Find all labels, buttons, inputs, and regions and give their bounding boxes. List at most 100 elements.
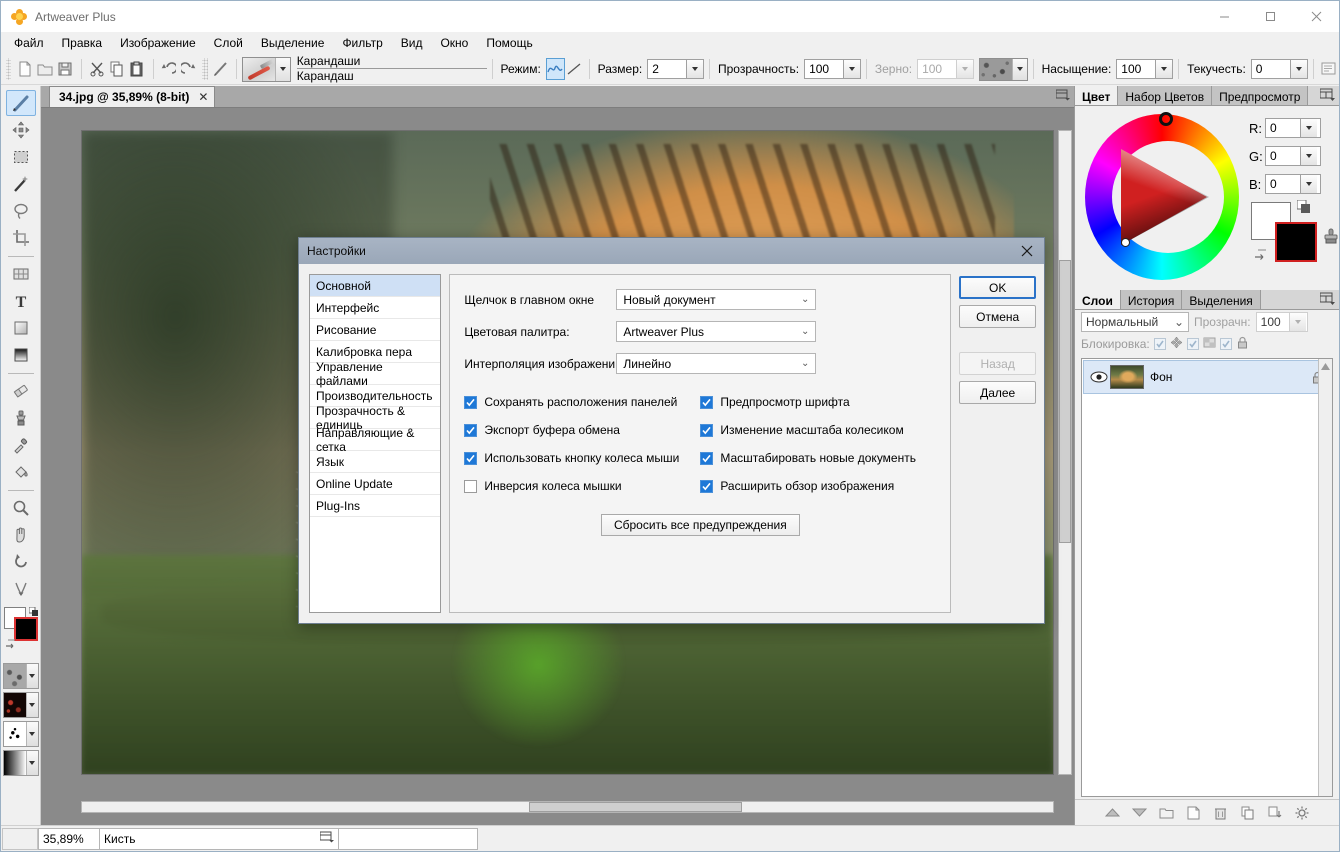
saturation-stepper[interactable]: 100 (1116, 59, 1173, 79)
sidebar-item-crop-tool[interactable] (6, 225, 36, 251)
maximize-button[interactable] (1247, 1, 1293, 32)
hue-marker[interactable] (1159, 112, 1173, 126)
brush-name-label[interactable]: Карандаш (297, 69, 487, 83)
paste-icon[interactable] (127, 57, 147, 82)
layer-list[interactable]: Фон (1081, 358, 1333, 797)
gradient-texture-dropdown-arrow[interactable] (26, 751, 38, 775)
sidebar-item-lasso-tool[interactable] (6, 198, 36, 224)
sidebar-item-flow-tool[interactable] (6, 576, 36, 602)
settings-category-plugins[interactable]: Plug-Ins (310, 495, 440, 517)
sidebar-item-move-tool[interactable] (6, 117, 36, 143)
texture-swatch-noise[interactable] (3, 721, 39, 747)
brush-preset-dropdown[interactable] (275, 58, 290, 81)
menu-edit[interactable]: Правка (53, 33, 112, 53)
checkbox-checked-icon[interactable] (464, 396, 477, 409)
texture-swatch-gradient[interactable] (3, 750, 39, 776)
sidebar-item-gradient-tool[interactable] (6, 342, 36, 368)
menu-view[interactable]: Вид (392, 33, 432, 53)
settings-category-list[interactable]: Основной Интерфейс Рисование Калибровка … (309, 274, 441, 613)
size-value[interactable]: 2 (648, 60, 686, 78)
scroll-up-icon[interactable] (1319, 359, 1332, 373)
noise-texture-dropdown-arrow[interactable] (26, 722, 38, 746)
brush-tool-icon[interactable] (211, 57, 231, 82)
checkbox-checked-icon[interactable] (700, 396, 713, 409)
tab-selections[interactable]: Выделения (1182, 290, 1260, 309)
next-button[interactable]: Далее (959, 381, 1036, 404)
sidebar-item-rotate-view-tool[interactable] (6, 549, 36, 575)
tab-preview[interactable]: Предпросмотр (1212, 86, 1308, 105)
new-layer-icon[interactable] (1185, 804, 1203, 822)
copy-icon[interactable] (107, 57, 127, 82)
layer-opacity-stepper[interactable]: 100 (1256, 312, 1308, 332)
sidebar-item-shape-tool[interactable] (6, 315, 36, 341)
cut-icon[interactable] (86, 57, 106, 82)
lock-all-checkbox[interactable] (1220, 338, 1232, 350)
settings-category-interface[interactable]: Интерфейс (310, 297, 440, 319)
green-stepper[interactable]: 0 (1265, 146, 1321, 166)
settings-category-file-management[interactable]: Управление файлами (310, 363, 440, 385)
foreground-color-swatch-mini[interactable] (14, 617, 38, 641)
color-palette-select[interactable]: Artweaver Plus ⌄ (616, 321, 816, 342)
lock-all-icon[interactable] (1236, 336, 1249, 352)
menu-file[interactable]: Файл (5, 33, 53, 53)
checkbox-invert-mouse-wheel[interactable]: Инверсия колеса мышки (464, 472, 700, 500)
tab-layers[interactable]: Слои (1075, 290, 1121, 309)
saturation-dropdown-arrow[interactable] (1155, 60, 1172, 78)
checkbox-zoom-with-wheel[interactable]: Изменение масштаба колесиком (700, 416, 936, 444)
checkbox-checked-icon[interactable] (700, 452, 713, 465)
opacity-dropdown-arrow[interactable] (843, 60, 860, 78)
green-value[interactable]: 0 (1266, 147, 1300, 165)
brush-category-label[interactable]: Карандаши (297, 55, 487, 69)
layer-settings-icon[interactable] (1293, 804, 1311, 822)
menu-layer[interactable]: Слой (205, 33, 252, 53)
sidebar-item-magic-wand-tool[interactable] (6, 171, 36, 197)
close-icon[interactable] (1016, 241, 1038, 261)
pattern-texture-dropdown-arrow[interactable] (26, 693, 38, 717)
move-layer-down-icon[interactable] (1131, 804, 1149, 822)
redo-icon[interactable] (179, 57, 199, 82)
saturation-value-marker[interactable] (1121, 238, 1130, 247)
checkbox-scale-new-documents[interactable]: Масштабировать новые документь (700, 444, 936, 472)
sidebar-item-mesh-transform-tool[interactable] (6, 261, 36, 287)
settings-category-general[interactable]: Основной (310, 275, 440, 297)
panel-menu-icon[interactable] (1320, 88, 1336, 105)
size-dropdown-arrow[interactable] (686, 60, 703, 78)
swap-colors-icon[interactable] (1253, 246, 1269, 262)
checkbox-use-mouse-wheel-button[interactable]: Использовать кнопку колеса мыши (464, 444, 700, 472)
panel-menu-icon[interactable] (1320, 292, 1336, 309)
texture-swatch-grain[interactable] (3, 663, 39, 689)
sidebar-item-hand-tool[interactable] (6, 522, 36, 548)
checkbox-export-clipboard[interactable]: Экспорт буфера обмена (464, 416, 700, 444)
lock-pixels-checkbox[interactable] (1187, 338, 1199, 350)
menu-help[interactable]: Помощь (477, 33, 541, 53)
checkbox-checked-icon[interactable] (700, 480, 713, 493)
sidebar-item-text-tool[interactable]: T (6, 288, 36, 314)
lock-pixels-icon[interactable] (1203, 336, 1216, 352)
merge-layer-icon[interactable] (1266, 804, 1284, 822)
flow-value[interactable]: 0 (1252, 60, 1290, 78)
red-value[interactable]: 0 (1266, 119, 1300, 137)
layer-name[interactable]: Фон (1150, 370, 1308, 384)
lock-transparency-icon[interactable] (1170, 336, 1183, 352)
opacity-value[interactable]: 100 (805, 60, 843, 78)
swap-colors-icon[interactable] (4, 637, 17, 653)
tab-color[interactable]: Цвет (1075, 86, 1118, 105)
checkbox-checked-icon[interactable] (700, 424, 713, 437)
red-stepper[interactable]: 0 (1265, 118, 1321, 138)
sidebar-item-eyedropper-tool[interactable] (6, 432, 36, 458)
settings-category-language[interactable]: Язык (310, 451, 440, 473)
close-icon[interactable]: ✕ (198, 90, 208, 104)
toolbar-grip[interactable] (6, 58, 11, 80)
duplicate-layer-icon[interactable] (1239, 804, 1257, 822)
tab-history[interactable]: История (1121, 290, 1183, 309)
color-wheel[interactable] (1085, 114, 1239, 280)
checkbox-unchecked-icon[interactable] (464, 480, 477, 493)
canvas-vertical-scrollbar[interactable] (1058, 130, 1072, 775)
layer-visibility-icon[interactable] (1088, 371, 1110, 383)
menu-selection[interactable]: Выделение (252, 33, 334, 53)
sidebar-item-clone-stamp-tool[interactable] (6, 405, 36, 431)
menu-image[interactable]: Изображение (111, 33, 205, 53)
settings-category-guides-grid[interactable]: Направляющие & сетка (310, 429, 440, 451)
straight-line-icon[interactable] (565, 58, 584, 80)
sidebar-item-zoom-tool[interactable] (6, 495, 36, 521)
